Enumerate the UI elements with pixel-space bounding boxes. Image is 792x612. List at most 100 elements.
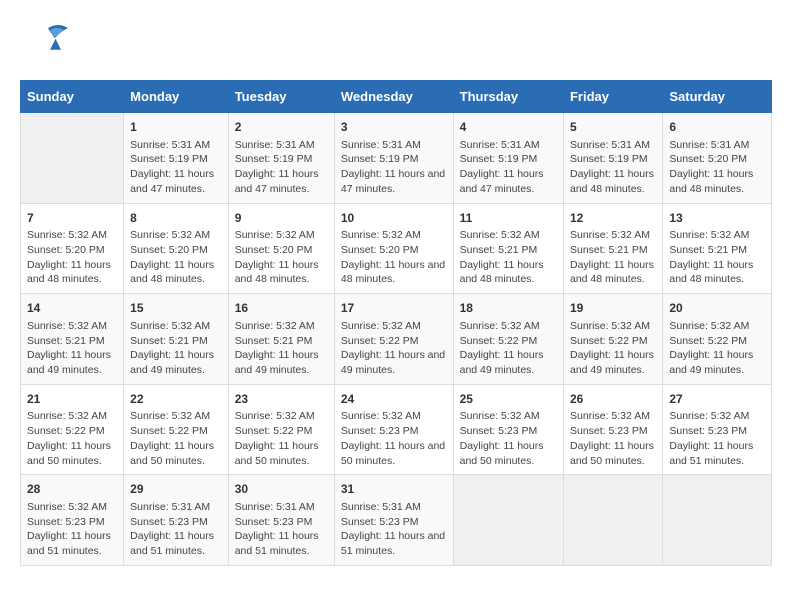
day-info: Sunset: 5:20 PM (235, 243, 328, 258)
calendar-cell (453, 475, 563, 566)
day-info: Daylight: 11 hours and 51 minutes. (341, 529, 447, 558)
calendar-cell: 17Sunrise: 5:32 AMSunset: 5:22 PMDayligh… (334, 294, 453, 385)
day-info: Daylight: 11 hours and 50 minutes. (341, 439, 447, 468)
day-info: Daylight: 11 hours and 48 minutes. (235, 258, 328, 287)
day-info: Sunset: 5:21 PM (27, 334, 117, 349)
day-info: Sunrise: 5:32 AM (27, 319, 117, 334)
calendar-cell: 15Sunrise: 5:32 AMSunset: 5:21 PMDayligh… (124, 294, 229, 385)
day-info: Sunrise: 5:32 AM (460, 228, 557, 243)
day-info: Sunrise: 5:32 AM (341, 228, 447, 243)
calendar-cell: 23Sunrise: 5:32 AMSunset: 5:22 PMDayligh… (228, 384, 334, 475)
day-info: Sunrise: 5:31 AM (235, 500, 328, 515)
calendar-cell: 12Sunrise: 5:32 AMSunset: 5:21 PMDayligh… (563, 203, 662, 294)
day-info: Sunset: 5:22 PM (570, 334, 656, 349)
day-info: Sunset: 5:23 PM (27, 515, 117, 530)
day-info: Daylight: 11 hours and 47 minutes. (235, 167, 328, 196)
calendar-cell: 19Sunrise: 5:32 AMSunset: 5:22 PMDayligh… (563, 294, 662, 385)
day-info: Sunrise: 5:32 AM (341, 409, 447, 424)
day-info: Sunset: 5:23 PM (669, 424, 765, 439)
day-info: Sunset: 5:23 PM (570, 424, 656, 439)
calendar-cell: 11Sunrise: 5:32 AMSunset: 5:21 PMDayligh… (453, 203, 563, 294)
calendar-cell: 28Sunrise: 5:32 AMSunset: 5:23 PMDayligh… (21, 475, 124, 566)
header-friday: Friday (563, 81, 662, 113)
day-number: 24 (341, 391, 447, 408)
day-info: Sunrise: 5:32 AM (27, 409, 117, 424)
day-number: 14 (27, 300, 117, 317)
day-number: 6 (669, 119, 765, 136)
calendar-cell (563, 475, 662, 566)
header: ▴ (20, 20, 772, 70)
calendar-cell: 20Sunrise: 5:32 AMSunset: 5:22 PMDayligh… (663, 294, 772, 385)
day-number: 15 (130, 300, 222, 317)
day-number: 31 (341, 481, 447, 498)
day-info: Daylight: 11 hours and 48 minutes. (460, 258, 557, 287)
header-tuesday: Tuesday (228, 81, 334, 113)
logo: ▴ (20, 20, 75, 70)
day-info: Daylight: 11 hours and 51 minutes. (130, 529, 222, 558)
calendar-week-3: 14Sunrise: 5:32 AMSunset: 5:21 PMDayligh… (21, 294, 772, 385)
day-info: Daylight: 11 hours and 49 minutes. (235, 348, 328, 377)
day-info: Sunset: 5:23 PM (130, 515, 222, 530)
day-info: Sunrise: 5:31 AM (460, 138, 557, 153)
calendar-cell: 1Sunrise: 5:31 AMSunset: 5:19 PMDaylight… (124, 113, 229, 204)
day-info: Daylight: 11 hours and 49 minutes. (460, 348, 557, 377)
day-number: 23 (235, 391, 328, 408)
calendar-cell: 18Sunrise: 5:32 AMSunset: 5:22 PMDayligh… (453, 294, 563, 385)
header-wednesday: Wednesday (334, 81, 453, 113)
day-info: Sunrise: 5:31 AM (341, 138, 447, 153)
calendar-cell: 21Sunrise: 5:32 AMSunset: 5:22 PMDayligh… (21, 384, 124, 475)
day-info: Sunrise: 5:31 AM (669, 138, 765, 153)
day-info: Daylight: 11 hours and 48 minutes. (669, 258, 765, 287)
day-number: 21 (27, 391, 117, 408)
day-number: 1 (130, 119, 222, 136)
logo-bird-icon: ▴ (20, 20, 75, 70)
day-info: Sunset: 5:20 PM (130, 243, 222, 258)
calendar-table: SundayMondayTuesdayWednesdayThursdayFrid… (20, 80, 772, 566)
calendar-week-5: 28Sunrise: 5:32 AMSunset: 5:23 PMDayligh… (21, 475, 772, 566)
calendar-cell (21, 113, 124, 204)
calendar-cell: 10Sunrise: 5:32 AMSunset: 5:20 PMDayligh… (334, 203, 453, 294)
day-number: 2 (235, 119, 328, 136)
day-number: 12 (570, 210, 656, 227)
day-info: Sunset: 5:23 PM (341, 424, 447, 439)
calendar-cell: 30Sunrise: 5:31 AMSunset: 5:23 PMDayligh… (228, 475, 334, 566)
day-info: Sunset: 5:19 PM (341, 152, 447, 167)
header-monday: Monday (124, 81, 229, 113)
calendar-cell: 25Sunrise: 5:32 AMSunset: 5:23 PMDayligh… (453, 384, 563, 475)
day-number: 25 (460, 391, 557, 408)
calendar-cell: 16Sunrise: 5:32 AMSunset: 5:21 PMDayligh… (228, 294, 334, 385)
day-info: Daylight: 11 hours and 50 minutes. (130, 439, 222, 468)
day-info: Sunrise: 5:32 AM (669, 228, 765, 243)
day-number: 29 (130, 481, 222, 498)
calendar-cell (663, 475, 772, 566)
day-number: 8 (130, 210, 222, 227)
day-info: Sunrise: 5:32 AM (570, 228, 656, 243)
day-info: Sunset: 5:21 PM (669, 243, 765, 258)
day-info: Sunset: 5:21 PM (235, 334, 328, 349)
day-number: 28 (27, 481, 117, 498)
day-number: 19 (570, 300, 656, 317)
calendar-cell: 8Sunrise: 5:32 AMSunset: 5:20 PMDaylight… (124, 203, 229, 294)
day-info: Daylight: 11 hours and 47 minutes. (460, 167, 557, 196)
day-info: Daylight: 11 hours and 50 minutes. (27, 439, 117, 468)
day-info: Sunrise: 5:32 AM (235, 319, 328, 334)
calendar-cell: 27Sunrise: 5:32 AMSunset: 5:23 PMDayligh… (663, 384, 772, 475)
day-info: Daylight: 11 hours and 49 minutes. (570, 348, 656, 377)
day-info: Sunrise: 5:32 AM (27, 228, 117, 243)
day-info: Sunrise: 5:31 AM (235, 138, 328, 153)
header-thursday: Thursday (453, 81, 563, 113)
day-info: Daylight: 11 hours and 51 minutes. (669, 439, 765, 468)
calendar-cell: 4Sunrise: 5:31 AMSunset: 5:19 PMDaylight… (453, 113, 563, 204)
calendar-cell: 5Sunrise: 5:31 AMSunset: 5:19 PMDaylight… (563, 113, 662, 204)
day-number: 7 (27, 210, 117, 227)
day-info: Sunset: 5:22 PM (235, 424, 328, 439)
day-info: Daylight: 11 hours and 48 minutes. (27, 258, 117, 287)
day-info: Daylight: 11 hours and 48 minutes. (570, 258, 656, 287)
day-info: Sunrise: 5:32 AM (235, 409, 328, 424)
day-info: Sunset: 5:20 PM (669, 152, 765, 167)
day-number: 20 (669, 300, 765, 317)
day-number: 11 (460, 210, 557, 227)
day-info: Sunset: 5:19 PM (460, 152, 557, 167)
header-saturday: Saturday (663, 81, 772, 113)
day-info: Sunrise: 5:31 AM (341, 500, 447, 515)
